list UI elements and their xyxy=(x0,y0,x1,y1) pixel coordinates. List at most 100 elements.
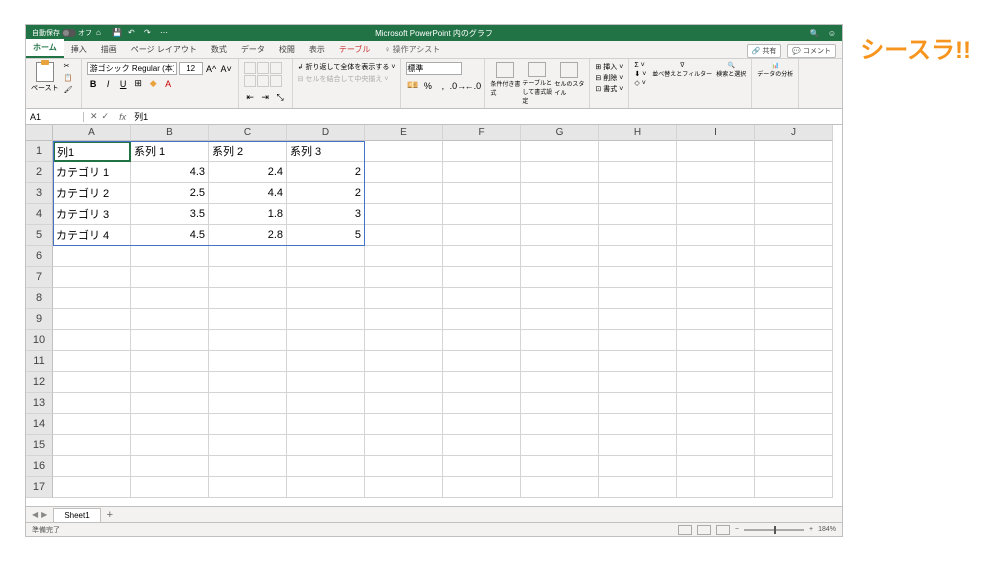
cell-I4[interactable] xyxy=(677,204,755,225)
cell-G6[interactable] xyxy=(521,246,599,267)
col-header-I[interactable]: I xyxy=(677,125,755,141)
cell-H17[interactable] xyxy=(599,477,677,498)
select-all-corner[interactable] xyxy=(26,125,53,141)
cell-F7[interactable] xyxy=(443,267,521,288)
cell-I5[interactable] xyxy=(677,225,755,246)
zoom-in-button[interactable]: + xyxy=(809,526,813,533)
cell-F11[interactable] xyxy=(443,351,521,372)
orientation-button[interactable]: ⤡ xyxy=(274,91,287,104)
cell-A13[interactable] xyxy=(53,393,131,414)
cell-E14[interactable] xyxy=(365,414,443,435)
cell-J15[interactable] xyxy=(755,435,833,456)
cell-G17[interactable] xyxy=(521,477,599,498)
cell-H5[interactable] xyxy=(599,225,677,246)
cell-B7[interactable] xyxy=(131,267,209,288)
row-header-7[interactable]: 7 xyxy=(26,267,53,288)
tab-home[interactable]: ホーム xyxy=(26,39,64,58)
cell-F13[interactable] xyxy=(443,393,521,414)
row-header-5[interactable]: 5 xyxy=(26,225,53,246)
row-header-13[interactable]: 13 xyxy=(26,393,53,414)
cell-D1[interactable]: 系列 3 xyxy=(287,141,365,162)
cell-C7[interactable] xyxy=(209,267,287,288)
table-format-button[interactable]: テーブルとして書式設定 xyxy=(522,62,552,105)
page-layout-view-button[interactable] xyxy=(697,525,711,535)
cell-I8[interactable] xyxy=(677,288,755,309)
cell-B12[interactable] xyxy=(131,372,209,393)
conditional-format-button[interactable]: 条件付き書式 xyxy=(490,62,520,105)
col-header-H[interactable]: H xyxy=(599,125,677,141)
cell-F3[interactable] xyxy=(443,183,521,204)
cell-C8[interactable] xyxy=(209,288,287,309)
cell-B10[interactable] xyxy=(131,330,209,351)
cell-H12[interactable] xyxy=(599,372,677,393)
cell-I7[interactable] xyxy=(677,267,755,288)
cell-F4[interactable] xyxy=(443,204,521,225)
cell-A16[interactable] xyxy=(53,456,131,477)
cell-E1[interactable] xyxy=(365,141,443,162)
fill-button[interactable]: ⬇ ˅ xyxy=(634,70,646,78)
tab-view[interactable]: 表示 xyxy=(302,41,332,58)
cell-A4[interactable]: カテゴリ 3 xyxy=(53,204,131,225)
cell-styles-button[interactable]: セルのスタイル xyxy=(554,62,584,105)
cell-J13[interactable] xyxy=(755,393,833,414)
cell-I2[interactable] xyxy=(677,162,755,183)
cell-F9[interactable] xyxy=(443,309,521,330)
italic-button[interactable]: I xyxy=(102,77,115,90)
underline-button[interactable]: U xyxy=(117,77,130,90)
format-cells-button[interactable]: ⊡ 書式 ˅ xyxy=(595,84,623,94)
cell-F8[interactable] xyxy=(443,288,521,309)
cell-A15[interactable] xyxy=(53,435,131,456)
tab-data[interactable]: データ xyxy=(234,41,272,58)
number-format-select[interactable] xyxy=(406,62,462,75)
zoom-out-button[interactable]: − xyxy=(735,526,739,533)
cell-D15[interactable] xyxy=(287,435,365,456)
cell-A7[interactable] xyxy=(53,267,131,288)
comma-button[interactable]: , xyxy=(436,79,449,92)
align-top-left[interactable] xyxy=(244,62,256,74)
cell-H10[interactable] xyxy=(599,330,677,351)
cell-F12[interactable] xyxy=(443,372,521,393)
cell-F14[interactable] xyxy=(443,414,521,435)
cancel-formula-icon[interactable]: ✕ xyxy=(90,111,98,122)
cell-H7[interactable] xyxy=(599,267,677,288)
increase-decimal-button[interactable]: .0→ xyxy=(451,79,464,92)
cell-J10[interactable] xyxy=(755,330,833,351)
percent-button[interactable]: % xyxy=(421,79,434,92)
cell-H3[interactable] xyxy=(599,183,677,204)
cell-D11[interactable] xyxy=(287,351,365,372)
cell-G3[interactable] xyxy=(521,183,599,204)
share-button[interactable]: 🔗 共有 xyxy=(747,44,782,58)
tab-formulas[interactable]: 数式 xyxy=(204,41,234,58)
cell-D13[interactable] xyxy=(287,393,365,414)
cell-D7[interactable] xyxy=(287,267,365,288)
cell-H15[interactable] xyxy=(599,435,677,456)
font-name-select[interactable] xyxy=(87,62,177,75)
cell-I15[interactable] xyxy=(677,435,755,456)
cell-C12[interactable] xyxy=(209,372,287,393)
cell-F6[interactable] xyxy=(443,246,521,267)
cell-E9[interactable] xyxy=(365,309,443,330)
tab-draw[interactable]: 描画 xyxy=(94,41,124,58)
undo-icon[interactable]: ↶ xyxy=(128,28,138,38)
cell-J17[interactable] xyxy=(755,477,833,498)
cell-A14[interactable] xyxy=(53,414,131,435)
cell-C2[interactable]: 2.4 xyxy=(209,162,287,183)
border-button[interactable]: ⊞ xyxy=(132,77,145,90)
cell-E16[interactable] xyxy=(365,456,443,477)
cell-D3[interactable]: 2 xyxy=(287,183,365,204)
cell-H13[interactable] xyxy=(599,393,677,414)
cell-I10[interactable] xyxy=(677,330,755,351)
col-header-D[interactable]: D xyxy=(287,125,365,141)
tab-review[interactable]: 校閲 xyxy=(272,41,302,58)
cell-I1[interactable] xyxy=(677,141,755,162)
cell-H2[interactable] xyxy=(599,162,677,183)
wrap-text-button[interactable]: ↲ 折り返して全体を表示する ˅ xyxy=(298,62,396,72)
font-size-select[interactable] xyxy=(179,62,203,75)
col-header-J[interactable]: J xyxy=(755,125,833,141)
cell-G10[interactable] xyxy=(521,330,599,351)
cell-J5[interactable] xyxy=(755,225,833,246)
cell-A2[interactable]: カテゴリ 1 xyxy=(53,162,131,183)
cell-B8[interactable] xyxy=(131,288,209,309)
cell-E17[interactable] xyxy=(365,477,443,498)
format-painter-icon[interactable]: 🖌 xyxy=(64,86,76,96)
